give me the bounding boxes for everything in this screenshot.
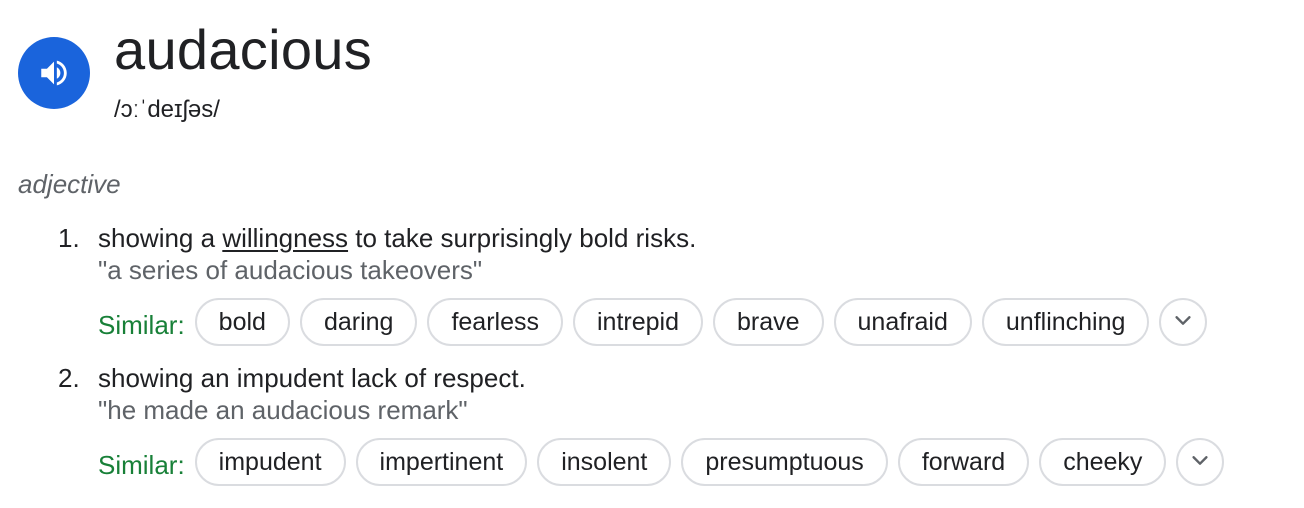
similar-chip[interactable]: forward bbox=[897, 438, 1030, 486]
similar-label: Similar: bbox=[98, 309, 185, 340]
similar-chip[interactable]: cheeky bbox=[1039, 438, 1167, 486]
similar-chip[interactable]: impertinent bbox=[355, 438, 528, 486]
expand-similar-button[interactable] bbox=[1176, 438, 1225, 486]
part-of-speech: adjective bbox=[18, 169, 121, 199]
sense-definition: showing an impudent lack of respect. bbox=[98, 363, 526, 393]
definition-text: to take surprisingly bold risks. bbox=[348, 223, 697, 253]
sense-example: "a series of audacious takeovers" bbox=[98, 255, 483, 285]
similar-chip[interactable]: impudent bbox=[194, 438, 346, 486]
sense-definition: showing a willingness to take surprising… bbox=[98, 221, 696, 255]
similar-chip[interactable]: presumptuous bbox=[681, 438, 888, 486]
similar-words-row: Similar: impudent impertinent insolent p… bbox=[98, 438, 1225, 486]
sense-example: "he made an audacious remark" bbox=[98, 395, 468, 425]
chevron-down-icon bbox=[1172, 309, 1194, 336]
similar-chip[interactable]: unafraid bbox=[833, 298, 972, 346]
similar-chip[interactable]: insolent bbox=[537, 438, 672, 486]
chevron-down-icon bbox=[1189, 449, 1211, 476]
similar-chip[interactable]: daring bbox=[299, 298, 418, 346]
sense-number: 1. bbox=[58, 223, 80, 253]
volume-up-icon bbox=[37, 56, 71, 90]
similar-label: Similar: bbox=[98, 449, 185, 480]
definition-text: showing a bbox=[98, 223, 223, 253]
similar-chip[interactable]: unflinching bbox=[981, 298, 1150, 346]
similar-words-row: Similar: bold daring fearless intrepid b… bbox=[98, 298, 1208, 346]
similar-chip[interactable]: brave bbox=[712, 298, 824, 346]
pronunciation-speaker-button[interactable] bbox=[18, 37, 90, 109]
definition-link-willingness[interactable]: willingness bbox=[222, 223, 348, 253]
headword: audacious bbox=[114, 18, 373, 81]
sense-number: 2. bbox=[58, 363, 80, 393]
similar-chip[interactable]: intrepid bbox=[572, 298, 703, 346]
phonetic-spelling: /ɔːˈdeɪʃəs/ bbox=[114, 96, 220, 123]
similar-chip[interactable]: fearless bbox=[427, 298, 563, 346]
similar-chip[interactable]: bold bbox=[194, 298, 290, 346]
expand-similar-button[interactable] bbox=[1159, 298, 1208, 346]
